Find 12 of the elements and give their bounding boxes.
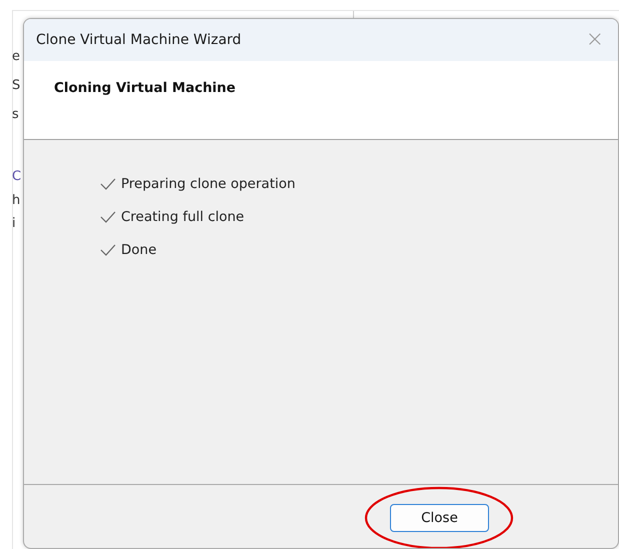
- row-label: h: [12, 193, 20, 208]
- row-label: s: [12, 107, 19, 122]
- row-label: i: [12, 216, 16, 231]
- step-label: Preparing clone operation: [121, 176, 296, 192]
- row-label: e: [12, 49, 20, 64]
- step-label: Creating full clone: [121, 209, 244, 225]
- close-button[interactable]: Close: [390, 504, 489, 532]
- window-title: Clone Virtual Machine Wizard: [36, 32, 242, 48]
- row-label: S: [12, 78, 20, 93]
- step-label: Done: [121, 242, 157, 258]
- link-text[interactable]: C: [12, 169, 22, 184]
- page-heading: Cloning Virtual Machine: [54, 80, 236, 96]
